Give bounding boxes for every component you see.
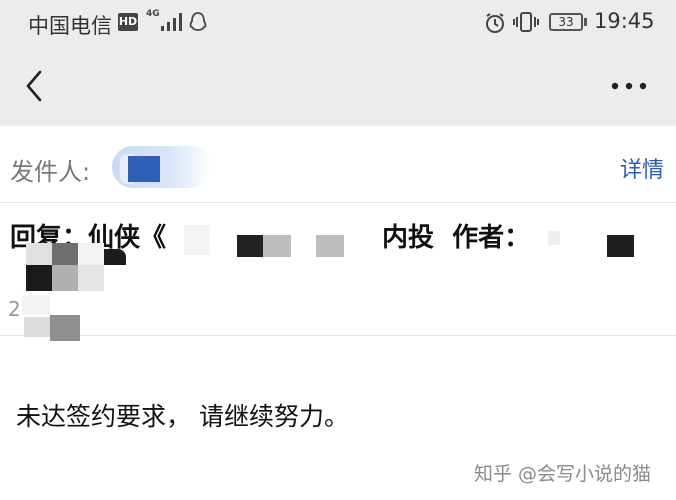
details-link[interactable]: 详情 xyxy=(620,152,664,184)
redaction-block xyxy=(52,243,78,265)
redaction-block xyxy=(184,225,210,255)
mail-body: 未达签约要求， 请继续努力。 xyxy=(16,402,349,431)
redaction-block xyxy=(52,265,78,291)
redaction-block xyxy=(78,265,104,291)
more-dots-icon[interactable] xyxy=(604,72,654,100)
signal-icon xyxy=(161,13,182,31)
sender-label: 发件人: xyxy=(10,158,91,186)
nav-bar xyxy=(0,46,676,126)
hd-badge: HD xyxy=(118,13,138,31)
alarm-icon xyxy=(486,13,504,33)
date-partial: 2 xyxy=(8,297,21,321)
redaction-block xyxy=(316,235,344,257)
redaction-block xyxy=(104,249,126,265)
redaction-block xyxy=(237,235,263,257)
network-type: 4G xyxy=(146,9,160,19)
subject-text-continued: 内投 作者： xyxy=(382,223,531,253)
redaction-block xyxy=(548,231,560,245)
status-time: 19:45 xyxy=(594,9,655,33)
redaction-block xyxy=(263,235,291,257)
redaction-block xyxy=(78,243,104,265)
vibrate-icon xyxy=(513,12,539,32)
redaction-block xyxy=(22,295,50,315)
redaction-block xyxy=(24,317,50,337)
status-bar: 中国电信 HD 4G 33 19:45 xyxy=(0,0,676,46)
carrier-name: 中国电信 xyxy=(28,14,112,38)
battery-icon: 33 xyxy=(549,13,583,31)
battery-tip xyxy=(584,18,587,26)
redaction-block xyxy=(26,243,52,265)
redaction-block xyxy=(50,315,80,341)
qq-icon xyxy=(189,12,207,31)
sender-avatar xyxy=(128,156,160,182)
subject-area: 回复：仙侠《 内投 作者： 2 xyxy=(0,203,676,341)
battery-level: 33 xyxy=(558,15,574,29)
sender-row: 发件人: 详情 xyxy=(0,126,676,203)
watermark: 知乎 @会写小说的猫 xyxy=(474,463,652,485)
chevron-left-icon[interactable] xyxy=(18,66,52,106)
redaction-block xyxy=(26,265,52,291)
redaction-block xyxy=(607,235,634,257)
